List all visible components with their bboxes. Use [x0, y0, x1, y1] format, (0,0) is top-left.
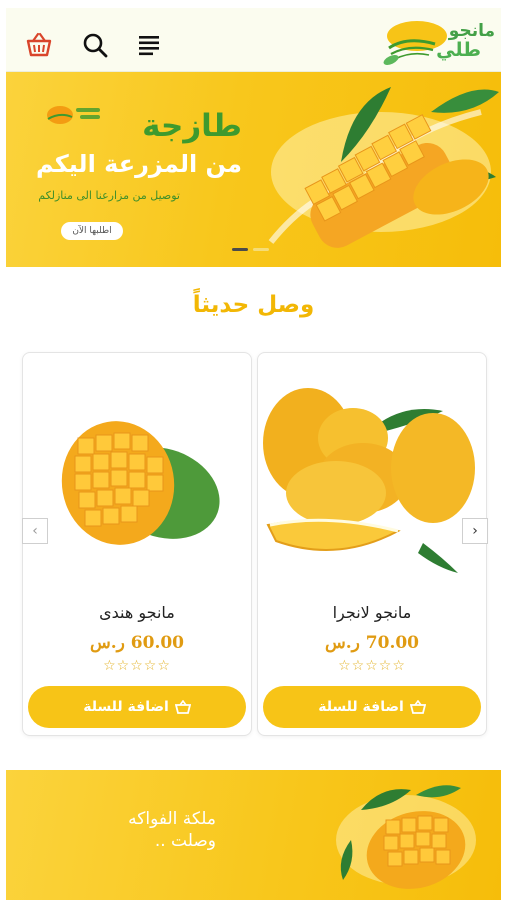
product-image-hindi-mango [61, 421, 220, 545]
promo-banner[interactable]: ملكة الفواكه وصلت .. [6, 770, 501, 900]
search-icon[interactable] [80, 30, 110, 60]
logo-line-1: مانجو [448, 21, 495, 41]
hero-title: طازجة [142, 108, 242, 144]
hero-logo-icon [47, 106, 100, 124]
section-title-new-arrivals: وصل حديثاً [192, 292, 315, 318]
order-now-button[interactable]: اطلبها الآن [61, 222, 123, 240]
product-price: 70.00 ر.س [324, 633, 420, 653]
menu-icon[interactable] [134, 30, 164, 60]
rating-stars: ☆☆☆☆☆ [338, 658, 406, 674]
basket-icon [409, 700, 426, 714]
basket-icon [174, 700, 191, 714]
product-price: 60.00 ر.س [89, 633, 185, 653]
product-card[interactable]: مانجو لانجرا 70.00 ر.س ☆☆☆☆☆ اضافة للسلة [257, 352, 487, 736]
mango-splash-image [268, 87, 499, 248]
cart-basket-icon[interactable] [24, 30, 54, 60]
product-name[interactable]: مانجو هندى [23, 603, 251, 622]
hero-subtitle: من المزرعة اليكم [35, 150, 242, 178]
product-name[interactable]: مانجو لانجرا [258, 603, 486, 622]
carousel-next-arrow-icon[interactable]: › [462, 518, 488, 544]
product-image-langra-mango [263, 388, 475, 573]
app-header: مانجو طلي [6, 8, 501, 72]
promo-banner-text: ملكة الفواكه وصلت .. [128, 809, 216, 851]
add-to-cart-button[interactable]: اضافة للسلة [263, 686, 481, 728]
product-card[interactable]: مانجو هندى 60.00 ر.س ☆☆☆☆☆ اضافة للسلة [22, 352, 252, 736]
logo-text: مانجو طلي [436, 22, 495, 60]
logo-line-2: طلي [436, 39, 481, 61]
hero-banner[interactable]: طازجة من المزرعة اليكم توصيل من مزارعنا … [6, 72, 501, 267]
add-to-cart-button[interactable]: اضافة للسلة [28, 686, 246, 728]
carousel-prev-arrow-icon[interactable]: ‹ [22, 518, 48, 544]
add-to-cart-label: اضافة للسلة [318, 699, 404, 715]
mango-promo-image [336, 785, 476, 889]
add-to-cart-label: اضافة للسلة [83, 699, 169, 715]
brand-logo[interactable]: مانجو طلي [377, 16, 495, 68]
hero-description: توصيل من مزارعنا الى منازلكم [38, 189, 180, 202]
rating-stars: ☆☆☆☆☆ [103, 658, 171, 674]
